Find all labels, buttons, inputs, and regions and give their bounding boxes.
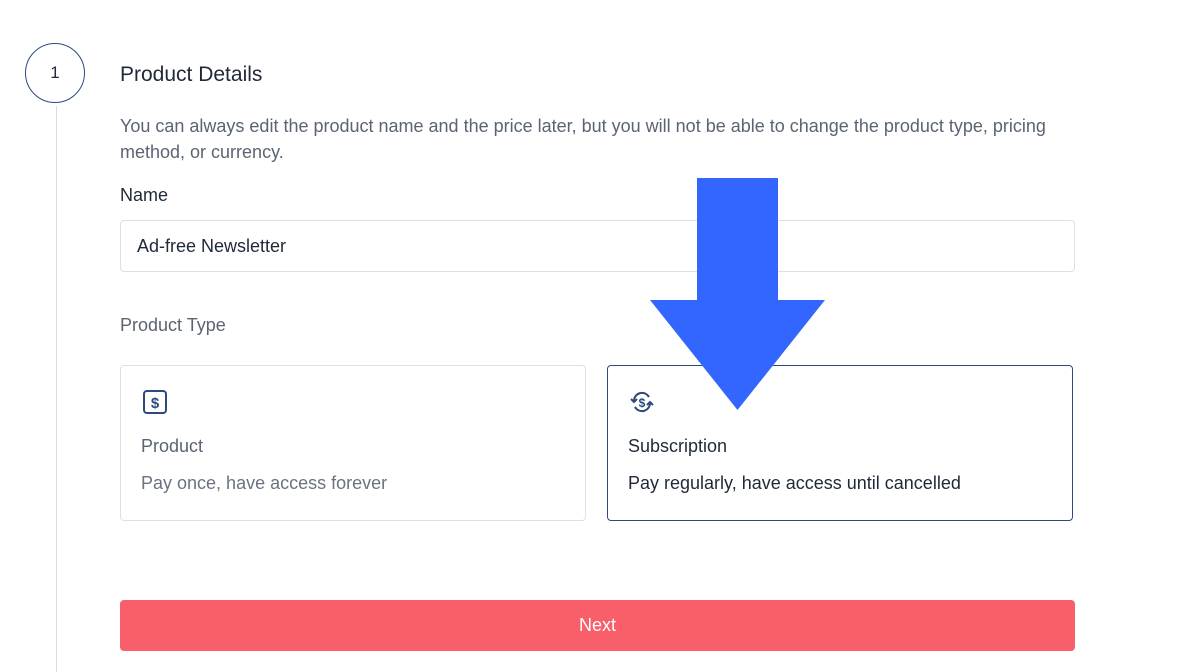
svg-text:$: $ bbox=[639, 396, 646, 410]
option-title: Subscription bbox=[628, 436, 728, 456]
section-description: You can always edit the product name and… bbox=[120, 116, 1046, 162]
name-input[interactable] bbox=[120, 220, 1075, 272]
name-label: Name bbox=[120, 185, 169, 205]
product-type-option-product[interactable]: $ Product Pay once, have access forever bbox=[120, 365, 586, 521]
dollar-square-icon: $ bbox=[143, 390, 167, 414]
option-subtitle: Pay regularly, have access until cancell… bbox=[628, 473, 961, 493]
product-details-page: 1 Product Details You can always edit th… bbox=[0, 0, 1200, 672]
step-number-badge: 1 bbox=[25, 43, 85, 103]
svg-text:$: $ bbox=[151, 395, 160, 412]
section-title: Product Details bbox=[120, 63, 263, 86]
down-arrow-annotation-icon bbox=[650, 178, 825, 410]
product-type-label: Product Type bbox=[120, 315, 226, 335]
option-title: Product bbox=[141, 436, 204, 456]
option-subtitle: Pay once, have access forever bbox=[141, 473, 388, 493]
next-button[interactable]: Next bbox=[120, 600, 1075, 651]
step-number: 1 bbox=[50, 63, 60, 82]
step-connector-line bbox=[56, 106, 57, 672]
